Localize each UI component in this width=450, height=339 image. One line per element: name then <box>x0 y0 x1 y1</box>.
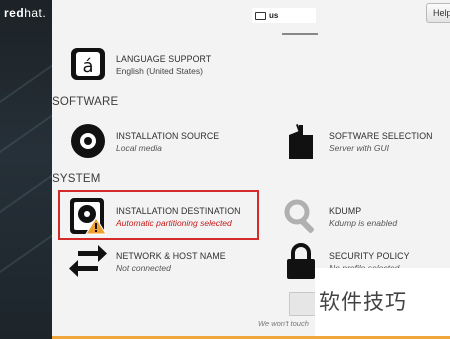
spoke-software-selection[interactable]: SOFTWARE SELECTION Server with GUI <box>281 121 433 161</box>
spoke-title: KDUMP <box>329 206 362 216</box>
footer-note: We won't touch <box>258 319 309 328</box>
hard-drive-warning-icon <box>68 196 108 236</box>
watermark-text: 软件技巧 <box>319 290 407 314</box>
sidebar: redhat. <box>0 0 52 339</box>
keyboard-icon <box>255 11 266 20</box>
magnifier-icon <box>281 196 321 236</box>
keyboard-layout-indicator[interactable]: us <box>252 8 316 23</box>
spoke-title: INSTALLATION SOURCE <box>116 131 220 141</box>
spoke-installation-destination[interactable]: INSTALLATION DESTINATION Automatic parti… <box>68 196 241 236</box>
spoke-status: English (United States) <box>116 66 203 76</box>
network-arrows-icon <box>68 241 108 281</box>
disc-icon <box>68 121 108 161</box>
section-software: SOFTWARE <box>52 96 119 108</box>
spoke-network[interactable]: NETWORK & HOST NAME Not connected <box>68 241 226 281</box>
spoke-status: Local media <box>116 143 162 153</box>
spoke-title: INSTALLATION DESTINATION <box>116 206 241 216</box>
spoke-status: Server with GUI <box>329 143 389 153</box>
spoke-kdump[interactable]: KDUMP Kdump is enabled <box>281 196 397 236</box>
spoke-status-warning: Automatic partitioning selected <box>116 218 232 228</box>
help-button[interactable]: Help <box>426 3 450 23</box>
begin-installation-button[interactable] <box>289 292 316 316</box>
section-system: SYSTEM <box>52 173 101 185</box>
keyboard-layout-label: us <box>269 11 279 20</box>
spoke-title: SECURITY POLICY <box>329 251 410 261</box>
spoke-installation-source[interactable]: INSTALLATION SOURCE Local media <box>68 121 219 161</box>
spoke-language-support[interactable]: á LANGUAGE SUPPORT English (United State… <box>68 44 211 84</box>
spoke-title: LANGUAGE SUPPORT <box>116 54 212 64</box>
spoke-status: Kdump is enabled <box>329 218 398 228</box>
language-icon: á <box>68 44 108 84</box>
spoke-status: Not connected <box>116 263 171 273</box>
spoke-title: NETWORK & HOST NAME <box>116 251 226 261</box>
redhat-logo: redhat. <box>4 6 47 20</box>
spoke-title: SOFTWARE SELECTION <box>329 131 433 141</box>
divider <box>282 33 318 35</box>
package-icon <box>281 121 321 161</box>
svg-text:á: á <box>82 56 93 77</box>
